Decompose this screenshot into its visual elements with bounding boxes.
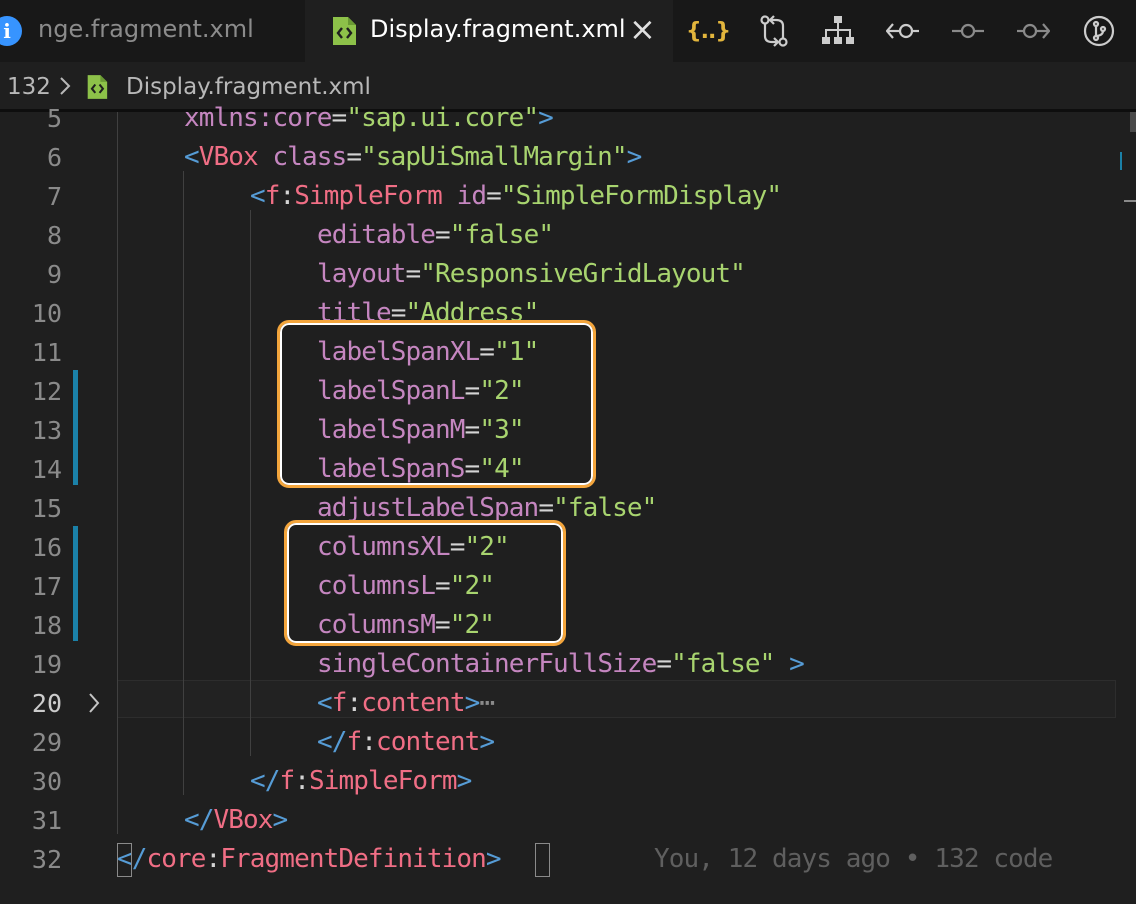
- timeline-icon[interactable]: [950, 13, 986, 49]
- line-number: 8: [46, 221, 62, 250]
- line-number: 32: [31, 845, 62, 874]
- code-line: 6 <VBox class="sapUiSmallMargin">: [0, 138, 1116, 177]
- line-number: 16: [31, 533, 62, 562]
- scrollbar[interactable]: [1116, 112, 1136, 904]
- line-number: 13: [31, 416, 62, 445]
- git-graph-icon[interactable]: [1081, 13, 1117, 49]
- line-number: 19: [31, 650, 62, 679]
- code-text: </VBox>: [184, 805, 288, 835]
- code-text: </f:SimpleForm>: [250, 766, 472, 796]
- code-line-folded: 20 <f:content>⋯: [0, 684, 1116, 723]
- tab-previous-file[interactable]: i nge.fragment.xml: [0, 0, 303, 62]
- editor-actions: {..}: [673, 0, 1136, 62]
- code-line: 8 editable="false": [0, 216, 1116, 255]
- code-text: <f:content>⋯: [317, 688, 495, 718]
- line-number: 18: [31, 611, 62, 640]
- ruler-mark: [1124, 200, 1136, 202]
- braces-icon[interactable]: {..}: [686, 13, 731, 49]
- breadcrumb-project[interactable]: 132: [7, 74, 51, 100]
- code-text: <f:SimpleForm id="SimpleFormDisplay": [250, 181, 782, 211]
- xml-file-icon: [331, 16, 357, 52]
- code-line: 30 </f:SimpleForm>: [0, 762, 1116, 801]
- line-number: 12: [31, 377, 62, 406]
- tab-display-fragment[interactable]: Display.fragment.xml ×: [305, 0, 673, 62]
- code-line: 7 <f:SimpleForm id="SimpleFormDisplay": [0, 177, 1116, 216]
- line-number: 15: [31, 494, 62, 523]
- line-number: 9: [46, 260, 62, 289]
- code-text: layout="ResponsiveGridLayout": [317, 259, 746, 289]
- fold-chevron-icon[interactable]: [86, 684, 102, 728]
- info-icon: i: [0, 16, 22, 46]
- compare-changes-icon[interactable]: [756, 13, 792, 49]
- tab-label: nge.fragment.xml: [38, 15, 254, 43]
- line-number: 10: [31, 299, 62, 328]
- tab-label: Display.fragment.xml: [370, 15, 626, 43]
- code-line: 9 layout="ResponsiveGridLayout": [0, 255, 1116, 294]
- highlight-box-labelspan: [277, 320, 596, 488]
- code-text: singleContainerFullSize="false" >: [317, 649, 805, 679]
- code-text: xmlns:core="sap.ui.core">: [184, 103, 554, 133]
- folded-ellipsis[interactable]: ⋯: [479, 688, 495, 718]
- code-line: 31 </VBox>: [0, 801, 1116, 840]
- line-number: 14: [31, 455, 62, 484]
- ruler-mark: [1120, 152, 1122, 170]
- code-line: 29 </f:content>: [0, 723, 1116, 762]
- line-number: 7: [46, 182, 62, 211]
- code-text: </f:content>: [317, 727, 495, 757]
- ruler-mark: [1130, 112, 1136, 132]
- bracket-match-marker: [535, 843, 550, 877]
- code-line: 5 xmlns:core="sap.ui.core">: [0, 99, 1116, 138]
- code-text: <VBox class="sapUiSmallMargin">: [184, 142, 642, 172]
- git-blame-annotation: You, 12 days ago • 132 code: [654, 844, 1053, 874]
- bracket-match-marker: [117, 843, 132, 877]
- line-number: 20: [31, 689, 62, 718]
- code-line: 32 </core:FragmentDefinition> You, 12 da…: [0, 840, 1116, 879]
- code-text: editable="false": [317, 220, 554, 250]
- close-icon[interactable]: ×: [629, 10, 656, 48]
- breadcrumb-file[interactable]: Display.fragment.xml: [126, 74, 371, 100]
- go-forward-icon[interactable]: [1015, 13, 1051, 49]
- tab-bar: i nge.fragment.xml Display.fragment.xml …: [0, 0, 1136, 62]
- line-number: 30: [31, 767, 62, 796]
- line-number: 31: [31, 806, 62, 835]
- line-number: 17: [31, 572, 62, 601]
- hierarchy-icon[interactable]: [820, 13, 856, 49]
- line-number: 29: [31, 728, 62, 757]
- go-back-icon[interactable]: [885, 13, 921, 49]
- highlight-box-columns: [284, 520, 566, 646]
- line-number: 6: [46, 143, 62, 172]
- line-number: 5: [46, 104, 62, 133]
- line-number: 11: [31, 338, 62, 367]
- code-editor[interactable]: 5 xmlns:core="sap.ui.core"> 6 <VBox clas…: [0, 103, 1116, 904]
- code-line: 19 singleContainerFullSize="false" >: [0, 645, 1116, 684]
- code-text: </core:FragmentDefinition>: [117, 844, 502, 874]
